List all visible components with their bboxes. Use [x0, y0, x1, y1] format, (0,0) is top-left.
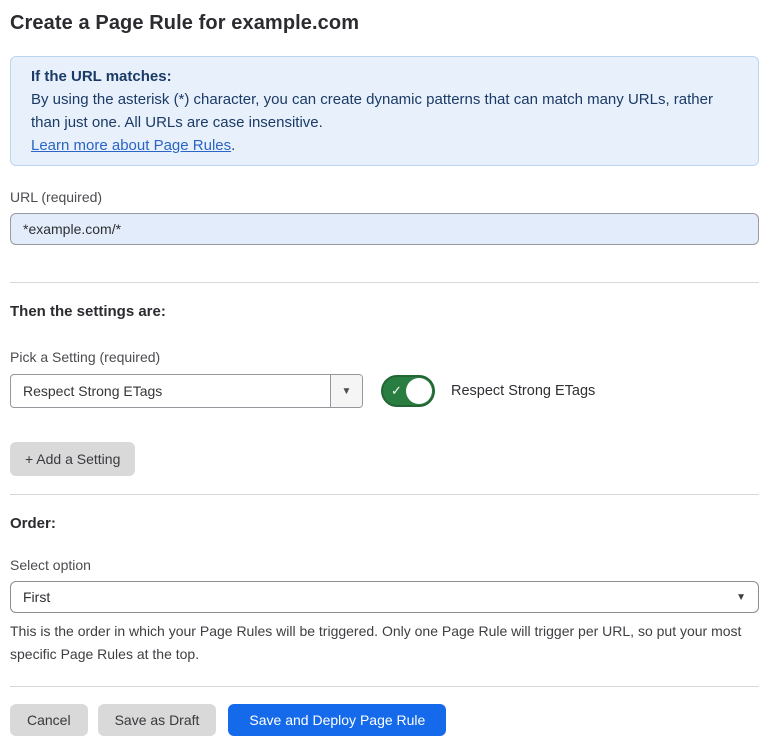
setting-toggle-label: Respect Strong ETags: [451, 383, 595, 399]
order-select[interactable]: First ▼: [10, 581, 759, 613]
link-suffix: .: [231, 137, 235, 154]
url-input[interactable]: [10, 213, 759, 245]
setting-row: Respect Strong ETags ▼ ✓ Respect Strong …: [10, 374, 759, 408]
setting-dropdown-button[interactable]: ▼: [330, 375, 362, 407]
info-box-heading: If the URL matches:: [31, 65, 738, 88]
footer-divider: [10, 686, 759, 687]
order-select-value: First: [23, 589, 50, 605]
order-help-text: This is the order in which your Page Rul…: [10, 620, 755, 666]
page-rule-form: Create a Page Rule for example.com If th…: [0, 12, 769, 736]
learn-more-link[interactable]: Learn more about Page Rules: [31, 137, 231, 154]
setting-toggle[interactable]: ✓: [381, 375, 435, 407]
section-divider: [10, 494, 759, 495]
url-field-label: URL (required): [10, 189, 759, 205]
url-match-info-box: If the URL matches: By using the asteris…: [10, 56, 759, 166]
add-setting-button[interactable]: + Add a Setting: [10, 442, 135, 476]
setting-dropdown[interactable]: Respect Strong ETags ▼: [10, 374, 363, 408]
check-icon: ✓: [391, 383, 402, 399]
settings-section-heading: Then the settings are:: [10, 303, 759, 320]
toggle-knob: [406, 378, 432, 404]
order-section-heading: Order:: [10, 515, 759, 532]
setting-dropdown-value: Respect Strong ETags: [11, 375, 330, 407]
chevron-down-icon: ▼: [736, 592, 746, 603]
page-title: Create a Page Rule for example.com: [10, 12, 759, 35]
footer-actions: Cancel Save as Draft Save and Deploy Pag…: [10, 704, 759, 736]
save-as-draft-button[interactable]: Save as Draft: [98, 704, 217, 736]
cancel-button[interactable]: Cancel: [10, 704, 88, 736]
info-box-body: By using the asterisk (*) character, you…: [31, 88, 738, 134]
dropdown-arrow-icon: ▼: [342, 386, 352, 397]
order-select-label: Select option: [10, 557, 759, 573]
save-and-deploy-button[interactable]: Save and Deploy Page Rule: [228, 704, 446, 736]
section-divider: [10, 282, 759, 283]
info-box-link-line: Learn more about Page Rules.: [31, 134, 738, 157]
setting-picker-label: Pick a Setting (required): [10, 349, 759, 365]
